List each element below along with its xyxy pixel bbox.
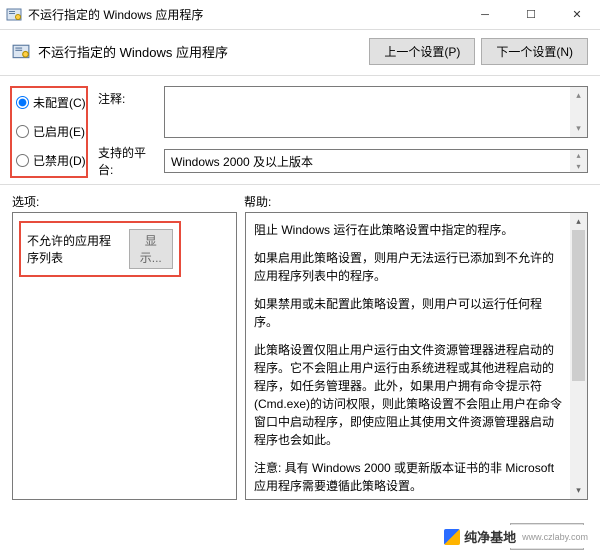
watermark: 纯净基地 www.czlaby.com	[440, 525, 592, 548]
maximize-button[interactable]: ☐	[508, 0, 554, 29]
watermark-brand: 纯净基地	[464, 527, 516, 546]
window-title: 不运行指定的 Windows 应用程序	[28, 6, 462, 23]
help-label: 帮助:	[244, 193, 588, 210]
disallowed-list-row: 不允许的应用程序列表 显示...	[19, 221, 181, 277]
show-button[interactable]: 显示...	[129, 229, 174, 269]
supported-value: Windows 2000 及以上版本	[171, 153, 313, 170]
separator	[0, 184, 600, 185]
radio-not-configured-label[interactable]: 未配置(C)	[33, 94, 86, 111]
config-area: 未配置(C) 已启用(E) 已禁用(D) 注释: ▴▾ 支持的平台: Windo…	[0, 78, 600, 182]
scroll-up-icon[interactable]: ▴	[570, 150, 587, 161]
help-panel: 阻止 Windows 运行在此策略设置中指定的程序。 如果启用此策略设置，则用户…	[245, 212, 588, 500]
disallowed-list-label: 不允许的应用程序列表	[27, 232, 121, 266]
previous-setting-button[interactable]: 上一个设置(P)	[369, 38, 475, 65]
separator	[0, 75, 600, 76]
help-paragraph: 如果禁用或未配置此策略设置，则用户可以运行任何程序。	[254, 295, 565, 331]
comment-label: 注释:	[98, 86, 156, 107]
supported-label: 支持的平台:	[98, 144, 156, 178]
help-paragraph: 注意: 具有 Windows 2000 或更新版本证书的非 Microsoft …	[254, 459, 565, 495]
policy-icon	[6, 7, 22, 23]
close-button[interactable]: ✕	[554, 0, 600, 29]
policy-icon	[12, 43, 30, 61]
scroll-up-icon[interactable]: ▴	[570, 213, 587, 230]
main-area: 不允许的应用程序列表 显示... 阻止 Windows 运行在此策略设置中指定的…	[0, 212, 600, 500]
window-controls: ─ ☐ ✕	[462, 0, 600, 29]
scrollbar[interactable]: ▴▾	[570, 87, 587, 137]
scroll-down-icon[interactable]: ▾	[570, 161, 587, 172]
options-label: 选项:	[12, 193, 244, 210]
scroll-up-icon[interactable]: ▴	[570, 87, 587, 104]
supported-box: Windows 2000 及以上版本 ▴▾	[164, 149, 588, 173]
help-paragraph: 如果启用此策略设置，则用户无法运行已添加到不允许的应用程序列表中的程序。	[254, 249, 565, 285]
comment-textarea[interactable]: ▴▾	[164, 86, 588, 138]
scroll-thumb[interactable]	[572, 230, 585, 381]
watermark-logo-icon	[444, 529, 460, 545]
minimize-button[interactable]: ─	[462, 0, 508, 29]
page-title: 不运行指定的 Windows 应用程序	[38, 42, 369, 61]
radio-disabled[interactable]	[16, 154, 29, 167]
scroll-down-icon[interactable]: ▾	[570, 120, 587, 137]
header-row: 不运行指定的 Windows 应用程序 上一个设置(P) 下一个设置(N)	[0, 30, 600, 73]
watermark-url: www.czlaby.com	[522, 532, 588, 542]
options-panel: 不允许的应用程序列表 显示...	[12, 212, 237, 500]
radio-enabled[interactable]	[16, 125, 29, 138]
section-labels: 选项: 帮助:	[0, 187, 600, 212]
titlebar: 不运行指定的 Windows 应用程序 ─ ☐ ✕	[0, 0, 600, 30]
next-setting-button[interactable]: 下一个设置(N)	[481, 38, 588, 65]
scroll-down-icon[interactable]: ▾	[570, 482, 587, 499]
scrollbar[interactable]: ▴▾	[570, 150, 587, 172]
scrollbar[interactable]: ▴ ▾	[570, 213, 587, 499]
state-radio-group: 未配置(C) 已启用(E) 已禁用(D)	[10, 86, 88, 178]
help-paragraph: 阻止 Windows 运行在此策略设置中指定的程序。	[254, 221, 565, 239]
radio-enabled-label[interactable]: 已启用(E)	[33, 123, 85, 140]
help-paragraph: 此策略设置仅阻止用户运行由文件资源管理器进程启动的程序。它不会阻止用户运行由系统…	[254, 341, 565, 449]
scroll-track[interactable]	[570, 230, 587, 482]
radio-disabled-label[interactable]: 已禁用(D)	[33, 152, 86, 169]
radio-not-configured[interactable]	[16, 96, 29, 109]
